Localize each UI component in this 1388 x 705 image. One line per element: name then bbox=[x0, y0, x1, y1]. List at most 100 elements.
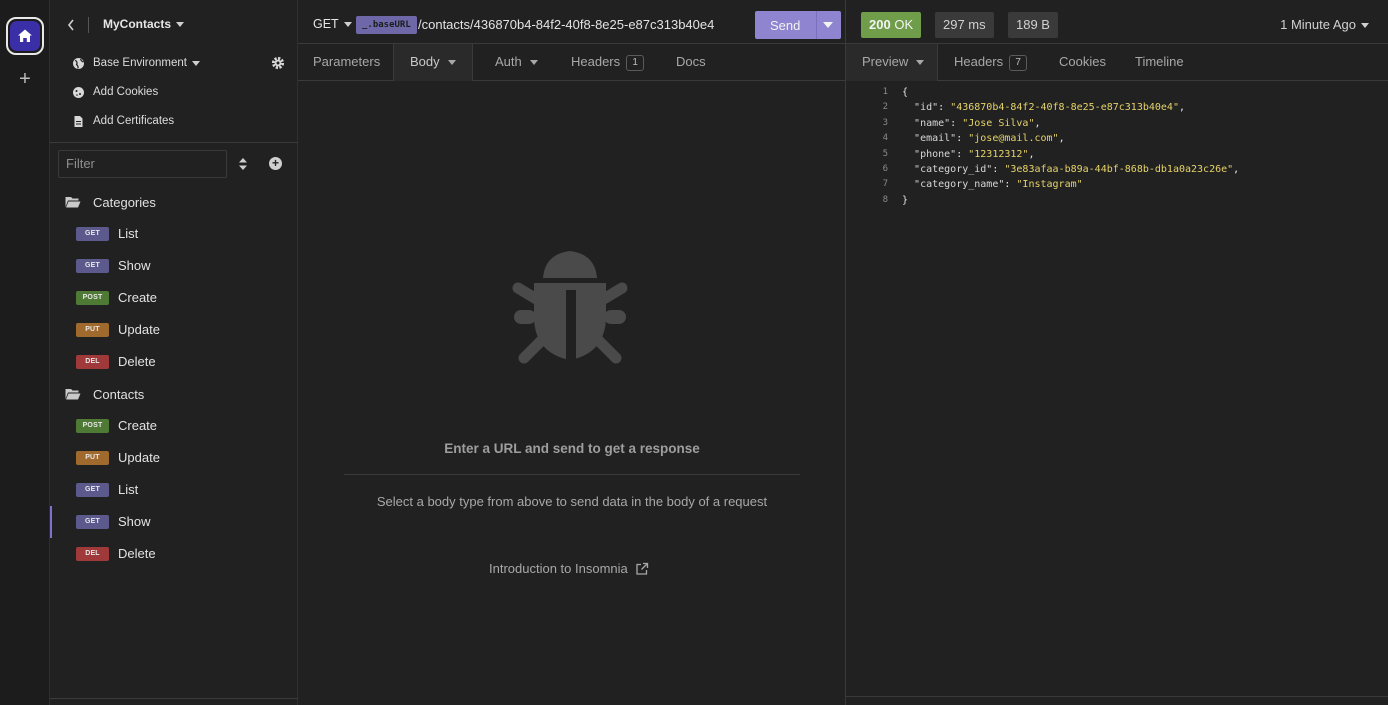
json-key: "category_id" bbox=[914, 164, 993, 175]
status-badge: 200 OK bbox=[861, 12, 922, 38]
chevron-down-icon bbox=[529, 60, 538, 66]
request-tabs: Parameters Body Auth Headers 1 Docs bbox=[298, 44, 846, 81]
url-input[interactable]: /contacts/436870b4-84f2-40f8-8e25-e87c31… bbox=[418, 17, 714, 32]
tab-cookies[interactable]: Cookies bbox=[1059, 44, 1106, 81]
tab-parameters[interactable]: Parameters bbox=[313, 44, 380, 81]
request-item-active[interactable]: GET Show bbox=[50, 506, 298, 538]
json-value: "12312312" bbox=[968, 148, 1029, 160]
folder-name: Categories bbox=[93, 194, 156, 210]
code-text: "phone": "12312312", bbox=[914, 148, 1035, 160]
request-item[interactable]: DEL Delete bbox=[50, 346, 298, 378]
method-badge: DEL bbox=[76, 355, 109, 369]
code-line: 1{ bbox=[846, 85, 1388, 100]
chevron-down-icon bbox=[916, 60, 925, 66]
base-url-tag[interactable]: _.baseURL bbox=[356, 16, 417, 34]
tab-timeline[interactable]: Timeline bbox=[1135, 44, 1184, 81]
json-key: "email" bbox=[914, 133, 957, 145]
history-dropdown[interactable]: 1 Minute Ago bbox=[1280, 17, 1369, 32]
environment-selector[interactable]: Base Environment bbox=[72, 52, 200, 74]
method-badge: GET bbox=[76, 515, 109, 529]
add-workspace-icon[interactable]: + bbox=[15, 69, 35, 89]
request-item[interactable]: GET Show bbox=[50, 250, 298, 282]
project-dropdown[interactable]: MyContacts bbox=[103, 17, 185, 31]
tab-response-headers[interactable]: Headers 7 bbox=[954, 44, 1028, 81]
code-line: 4 "email": "jose@mail.com", bbox=[846, 131, 1388, 146]
request-item[interactable]: GET List bbox=[50, 474, 298, 506]
app-rail: + bbox=[0, 0, 50, 705]
request-label: List bbox=[118, 226, 139, 241]
tab-auth[interactable]: Auth bbox=[495, 44, 538, 81]
request-label: List bbox=[118, 482, 139, 497]
method-badge: GET bbox=[76, 227, 109, 241]
tab-body[interactable]: Body bbox=[393, 44, 473, 81]
chevron-down-icon[interactable] bbox=[823, 22, 833, 28]
add-cookies-label: Add Cookies bbox=[93, 86, 159, 98]
environment-name: Base Environment bbox=[93, 57, 187, 69]
code-punct: , bbox=[1178, 102, 1185, 114]
url-bar: GET _.baseURL /contacts/436870b4-84f2-40… bbox=[298, 0, 846, 44]
code-line: 5 "phone": "12312312", bbox=[846, 147, 1388, 162]
code-line: 2 "id": "436870b4-84f2-40f8-8e25-e87c313… bbox=[846, 100, 1388, 115]
headers-count-badge: 1 bbox=[626, 54, 645, 71]
send-button[interactable]: Send bbox=[770, 18, 800, 33]
request-item[interactable]: POST Create bbox=[50, 282, 298, 314]
chevron-down-icon bbox=[1361, 23, 1369, 29]
method-badge: PUT bbox=[76, 451, 109, 465]
home-button[interactable] bbox=[6, 17, 44, 55]
tab-headers[interactable]: Headers 1 bbox=[571, 44, 645, 81]
tab-preview[interactable]: Preview bbox=[846, 44, 938, 81]
line-number: 4 bbox=[882, 133, 888, 144]
json-key: "id" bbox=[914, 102, 939, 114]
code-text: "email": "jose@mail.com", bbox=[914, 133, 1065, 145]
request-item[interactable]: DEL Delete bbox=[50, 538, 298, 570]
project-name: MyContacts bbox=[103, 17, 172, 31]
filter-input[interactable]: Filter bbox=[58, 150, 227, 178]
method-badge: PUT bbox=[76, 323, 109, 337]
response-pane: 200 OK 297 ms 189 B 1 Minute Ago Preview… bbox=[846, 0, 1388, 705]
code-text: } bbox=[902, 193, 908, 208]
request-label: Delete bbox=[118, 546, 156, 561]
back-chevron-icon[interactable] bbox=[65, 17, 77, 33]
gear-icon[interactable] bbox=[271, 56, 285, 70]
home-icon bbox=[10, 21, 40, 51]
globe-icon bbox=[72, 57, 85, 70]
add-certificates-button[interactable]: Add Certificates bbox=[72, 110, 174, 132]
send-button-group: Send bbox=[755, 11, 841, 39]
add-request-icon[interactable]: + bbox=[269, 157, 282, 170]
add-cookies-button[interactable]: Add Cookies bbox=[72, 81, 158, 103]
request-item[interactable]: PUT Update bbox=[50, 314, 298, 346]
folder-categories[interactable]: Categories bbox=[65, 192, 156, 212]
chevron-down-icon bbox=[191, 60, 200, 66]
request-item[interactable]: GET List bbox=[50, 218, 298, 250]
code-punct: , bbox=[1034, 117, 1041, 129]
request-label: Delete bbox=[118, 354, 156, 369]
line-number: 3 bbox=[882, 117, 888, 128]
method-dropdown[interactable]: GET bbox=[313, 17, 352, 31]
json-value: "436870b4-84f2-40f8-8e25-e87c313b40e4" bbox=[950, 102, 1179, 114]
json-key: "category_name" bbox=[914, 179, 1005, 191]
method-label: GET bbox=[313, 17, 339, 31]
tab-headers-label: Headers bbox=[571, 54, 621, 69]
intro-link[interactable]: Introduction to Insomnia bbox=[489, 561, 649, 576]
response-status-bar: 200 OK 297 ms 189 B 1 Minute Ago bbox=[846, 0, 1388, 44]
json-key: "phone" bbox=[914, 148, 957, 160]
empty-state-subtitle: Select a body type from above to send da… bbox=[376, 494, 768, 509]
json-value: "jose@mail.com" bbox=[968, 133, 1059, 145]
request-item[interactable]: PUT Update bbox=[50, 442, 298, 474]
code-text: "id": "436870b4-84f2-40f8-8e25-e87c313b4… bbox=[914, 102, 1185, 114]
tab-docs[interactable]: Docs bbox=[676, 44, 706, 81]
method-badge: POST bbox=[76, 419, 109, 433]
sort-icon[interactable] bbox=[237, 157, 249, 171]
method-badge: GET bbox=[76, 483, 109, 497]
folder-open-icon bbox=[65, 389, 81, 400]
tab-response-headers-label: Headers bbox=[954, 54, 1004, 69]
add-certificates-label: Add Certificates bbox=[93, 115, 175, 127]
folder-open-icon bbox=[65, 197, 81, 208]
status-code: 200 bbox=[869, 17, 891, 32]
folder-contacts[interactable]: Contacts bbox=[65, 384, 144, 404]
response-headers-count-badge: 7 bbox=[1009, 54, 1028, 71]
tab-preview-label: Preview bbox=[862, 54, 909, 69]
json-key: "name" bbox=[914, 117, 951, 129]
request-item[interactable]: POST Create bbox=[50, 410, 298, 442]
divider bbox=[816, 11, 817, 39]
